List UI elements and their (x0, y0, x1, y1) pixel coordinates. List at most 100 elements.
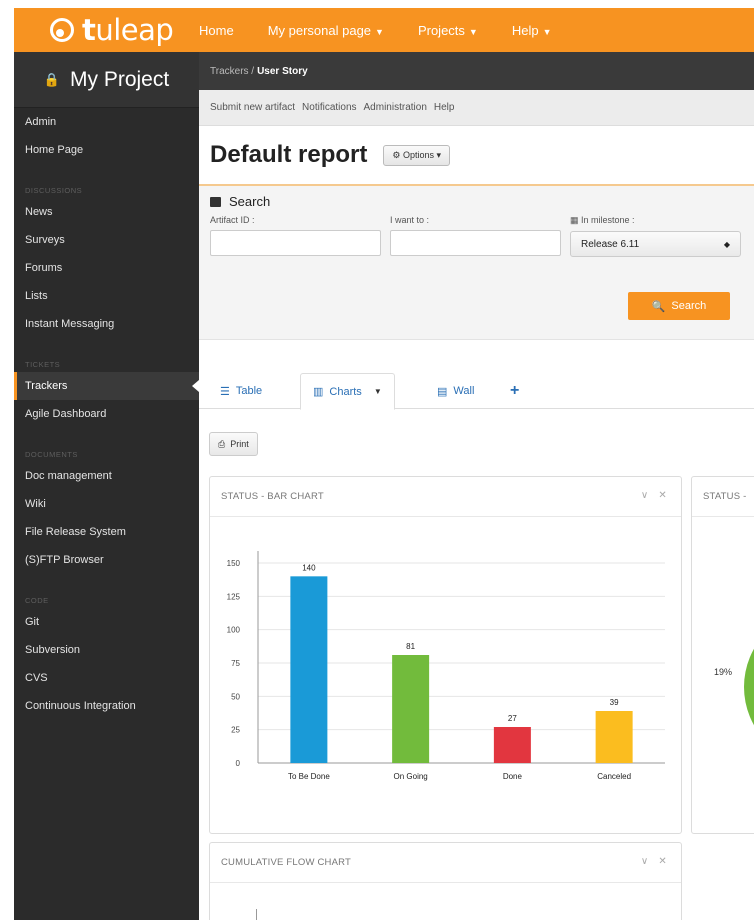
y-tick-label: 25 (231, 726, 240, 735)
sidebar-item-instant-messaging[interactable]: Instant Messaging (14, 310, 199, 338)
report-header: Default report ⚙ Options ▾ (199, 126, 754, 186)
page-title: Default report (210, 141, 368, 168)
print-button[interactable]: ⎙ Print (209, 432, 258, 456)
add-renderer-button[interactable]: + (510, 373, 519, 409)
sidebar-item-news[interactable]: News (14, 198, 199, 226)
main-content: Trackers / User Story Submit new artifac… (199, 52, 754, 920)
collapse-icon (210, 196, 221, 207)
breadcrumb-trackers[interactable]: Trackers / (210, 66, 254, 77)
bar (392, 655, 430, 763)
search-button-label: Search (671, 300, 707, 312)
logo-text: tuleap (82, 13, 174, 47)
bar-chart: 0 25 50 75 100 125 150 140 To Be Done 81 On Going 2… (227, 551, 665, 781)
cfd-title: CUMULATIVE FLOW CHART (221, 857, 351, 868)
chart-icon: ▥ (313, 386, 324, 398)
criterion-milestone: ▦ In milestone : Release 6.11 ◆ (570, 215, 741, 257)
y-tick-label: 100 (227, 626, 241, 635)
i-want-to-label: I want to : (390, 215, 430, 225)
artifact-id-input[interactable] (210, 230, 381, 256)
help-link[interactable]: Help (434, 102, 455, 113)
wall-icon: ▤ (437, 385, 448, 398)
sidebar-item-agile-dashboard[interactable]: Agile Dashboard (14, 400, 199, 428)
renderer-tabs: ☰ Table ▥ Charts ▼ ▤ Wall + (199, 373, 754, 410)
sidebar-item-lists[interactable]: Lists (14, 282, 199, 310)
project-title[interactable]: 🔒 My Project (14, 52, 199, 108)
close-icon[interactable]: ✕ (658, 856, 667, 867)
criterion-artifact-id: Artifact ID : (210, 215, 381, 256)
pie-chart-title: STATUS - (703, 491, 747, 502)
sidebar-item-subversion[interactable]: Subversion (14, 636, 199, 664)
breadcrumb: Trackers / User Story (199, 52, 754, 90)
chevron-down-icon[interactable]: ∨ (641, 856, 649, 867)
bar (493, 727, 531, 763)
administration-link[interactable]: Administration (364, 102, 427, 113)
nav-help[interactable]: Help ▼ (512, 23, 552, 38)
close-icon[interactable]: ✕ (658, 490, 667, 501)
main-menu: Home My personal page ▼ Projects ▼ Help ▼ (199, 8, 586, 52)
tab-table-label: Table (235, 385, 263, 397)
chevron-down-icon: ▼ (375, 26, 384, 37)
bar-chart-title: STATUS - BAR CHART (221, 491, 324, 502)
sidebar-item-file-release-system[interactable]: File Release System (14, 518, 199, 546)
chevron-down-icon[interactable]: ∨ (641, 490, 649, 501)
tab-wall[interactable]: ▤ Wall (437, 373, 474, 409)
sidebar-item-wiki[interactable]: Wiki (14, 490, 199, 518)
i-want-to-input[interactable] (390, 230, 561, 256)
bar-value-label: 81 (406, 642, 415, 651)
sidebar-heading-documents: DOCUMENTS (25, 450, 78, 459)
sidebar-item-continuous-integration[interactable]: Continuous Integration (14, 692, 199, 720)
sidebar-item-trackers[interactable]: Trackers (14, 372, 199, 400)
chevron-down-icon: ▼ (468, 26, 478, 37)
widget-controls: ∨ ✕ (631, 856, 667, 867)
pie-slice-on-going (744, 648, 754, 726)
nav-my-personal-page[interactable]: My personal page ▼ (268, 23, 384, 38)
chevron-down-icon: ▼ (542, 26, 552, 37)
notifications-link[interactable]: Notifications (302, 102, 356, 113)
y-tick-label: 75 (231, 659, 240, 668)
lock-icon: 🔒 (43, 71, 60, 87)
bar (595, 711, 633, 763)
select-arrows-icon: ◆ (723, 239, 730, 249)
sidebar-heading-tickets: TICKETS (25, 360, 61, 369)
top-navbar: tuleap Home My personal page ▼ Projects ▼ … (14, 8, 754, 52)
bar-value-label: 39 (610, 698, 619, 707)
submit-artifact-link[interactable]: Submit new artifact (210, 102, 295, 113)
sidebar-item-sftp-browser[interactable]: (S)FTP Browser (14, 546, 199, 574)
milestone-select[interactable]: Release 6.11 ◆ (570, 231, 741, 257)
search-button[interactable]: 🔍 Search (628, 292, 730, 320)
printer-icon: ⎙ (218, 438, 226, 449)
sidebar: 🔒 My Project Admin Home Page DISCUSSIONS… (14, 52, 199, 920)
bar-value-label: 140 (302, 563, 316, 572)
sidebar-item-forums[interactable]: Forums (14, 254, 199, 282)
tracker-subnav: Submit new artifact Notifications Admini… (199, 90, 754, 126)
sidebar-item-admin[interactable]: Admin (14, 108, 199, 136)
sidebar-item-surveys[interactable]: Surveys (14, 226, 199, 254)
x-tick-label: On Going (394, 772, 428, 781)
sidebar-item-doc-management[interactable]: Doc management (14, 462, 199, 490)
nav-projects[interactable]: Projects ▼ (418, 23, 478, 38)
sidebar-item-git[interactable]: Git (14, 608, 199, 636)
sidebar-item-cvs[interactable]: CVS (14, 664, 199, 692)
sidebar-heading-code: CODE (25, 596, 49, 605)
y-tick-label: 125 (227, 592, 241, 601)
tab-charts[interactable]: ▥ Charts ▼ (300, 373, 395, 410)
sidebar-item-home-page[interactable]: Home Page (14, 136, 199, 164)
options-button[interactable]: ⚙ Options ▾ (383, 144, 451, 166)
search-icon: 🔍 (651, 300, 666, 313)
milestone-label: ▦ In milestone : (570, 215, 635, 225)
tuleap-logo[interactable]: tuleap (14, 8, 199, 52)
search-panel: Search Artifact ID : I want to : ▦ In mi… (199, 186, 754, 340)
search-title[interactable]: Search (210, 194, 743, 209)
y-tick-label: 150 (227, 559, 241, 568)
nav-home[interactable]: Home (199, 23, 234, 38)
tab-wall-label: Wall (453, 385, 475, 397)
cfd-header: CUMULATIVE FLOW CHART ∨ ✕ (210, 843, 681, 883)
project-name: My Project (70, 67, 170, 91)
tab-table[interactable]: ☰ Table (220, 373, 262, 409)
options-label: Options (402, 149, 434, 160)
pie-chart-header: STATUS - (692, 477, 754, 517)
widget-controls: ∨ ✕ (631, 490, 667, 501)
bar (290, 576, 328, 763)
bar-value-label: 27 (508, 714, 517, 723)
breadcrumb-user-story[interactable]: User Story (257, 66, 308, 77)
